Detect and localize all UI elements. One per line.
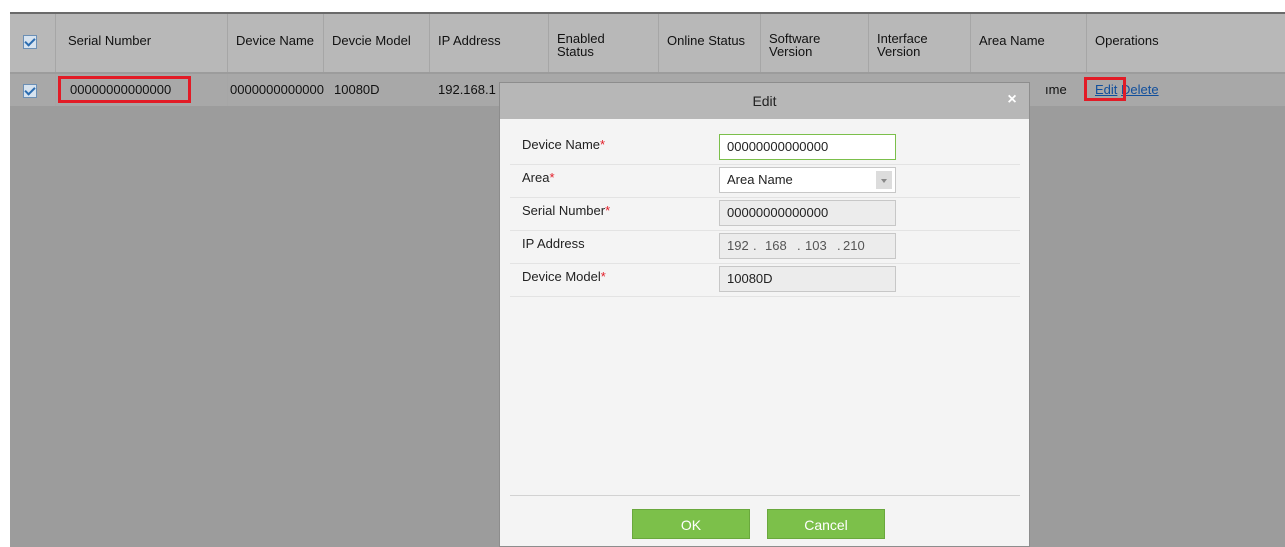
select-all-checkbox[interactable]	[23, 35, 37, 49]
row-device-name: 0000000000000	[230, 82, 324, 97]
row-ip-address: 192.168.1	[438, 82, 496, 97]
device-model-field: 10080D	[719, 266, 896, 292]
close-icon[interactable]: ×	[1003, 91, 1021, 109]
edit-highlight	[1084, 77, 1126, 101]
dialog-title: Edit	[752, 93, 777, 109]
header-device-model[interactable]: Devcie Model	[324, 14, 430, 72]
table-header: Serial Number Device Name Devcie Model I…	[10, 14, 1285, 72]
serial-number-field: 00000000000000	[719, 200, 896, 226]
edit-dialog: Edit × Device Name* 00000000000000 Area*…	[499, 82, 1030, 547]
row-device-model: 10080D	[334, 82, 380, 97]
form-row-device-name: Device Name* 00000000000000	[510, 133, 1020, 165]
area-select-value: Area Name	[727, 172, 793, 187]
device-page: Serial Number Device Name Devcie Model I…	[0, 0, 1285, 547]
ip-octet-2: 168	[765, 238, 787, 253]
header-interface-version[interactable]: Interface Version	[869, 14, 971, 72]
footer-divider	[510, 495, 1020, 496]
device-name-label: Device Name*	[522, 137, 606, 152]
header-software-version[interactable]: Software Version	[761, 14, 869, 72]
header-ip-address[interactable]: IP Address	[430, 14, 549, 72]
required-mark: *	[549, 170, 555, 185]
form-row-device-model: Device Model* 10080D	[510, 265, 1020, 297]
ip-octet-4: 210	[843, 238, 865, 253]
header-serial-number[interactable]: Serial Number	[60, 14, 228, 72]
cancel-button[interactable]: Cancel	[767, 509, 885, 539]
header-device-name[interactable]: Device Name	[228, 14, 324, 72]
header-select-all-cell	[10, 14, 56, 72]
header-software-line2: Version	[769, 44, 813, 59]
ip-octet-3: 103	[805, 238, 827, 253]
ip-address-field: 192. 168. 103. 210	[719, 233, 896, 259]
required-mark: *	[605, 203, 611, 218]
ip-octet-1: 192	[727, 238, 749, 253]
header-enabled-line2: Status	[557, 44, 594, 59]
form-row-serial-number: Serial Number* 00000000000000	[510, 199, 1020, 231]
ok-button[interactable]: OK	[632, 509, 750, 539]
device-model-label: Device Model*	[522, 269, 606, 284]
header-operations: Operations	[1095, 33, 1159, 48]
serial-number-label: Serial Number*	[522, 203, 611, 218]
required-mark: *	[600, 137, 606, 152]
area-select[interactable]: Area Name	[719, 167, 896, 193]
delete-link[interactable]: Delete	[1121, 82, 1159, 97]
form-row-area: Area* Area Name	[510, 166, 1020, 198]
device-name-input[interactable]: 00000000000000	[719, 134, 896, 160]
serial-number-highlight	[58, 76, 191, 103]
ip-address-label: IP Address	[522, 236, 585, 251]
dialog-header: Edit ×	[500, 83, 1029, 119]
area-label: Area*	[522, 170, 555, 185]
chevron-down-icon[interactable]	[876, 171, 892, 189]
header-online-status[interactable]: Online Status	[659, 14, 761, 72]
required-mark: *	[600, 269, 606, 284]
header-area-name[interactable]: Area Name	[971, 14, 1087, 72]
header-enabled-status[interactable]: Enabled Status	[549, 14, 659, 72]
form-row-ip-address: IP Address 192. 168. 103. 210	[510, 232, 1020, 264]
header-interface-line2: Version	[877, 44, 921, 59]
row-select-cell	[10, 74, 56, 106]
row-checkbox[interactable]	[23, 84, 37, 98]
row-area-name: ıme	[1045, 82, 1067, 97]
